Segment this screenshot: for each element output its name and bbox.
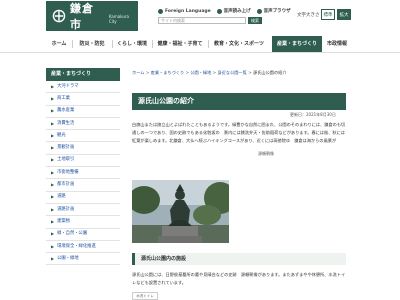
arrow-right-icon: ▶: [51, 95, 55, 101]
sidebar-item[interactable]: ▶ 土地取引: [46, 155, 120, 168]
sidebar: 産業・まちづくり ▶ 大河ドラマ ▶ 商工業 ▶ 農水産業 ▶ 消費生活 ▶ 観光 ▶ 景観…: [46, 68, 120, 266]
utility-links: Foreign Language 音声読み上げ 音声ブラウザ: [158, 8, 291, 14]
breadcrumb-current: 源氏山公園の紹介: [253, 70, 287, 75]
gnav-home[interactable]: ホーム: [46, 36, 72, 52]
sidebar-item[interactable]: ▶ 道路計画: [46, 204, 120, 217]
sidebar-item[interactable]: ▶ 農水産業: [46, 106, 120, 118]
sidebar-item[interactable]: ▶ 道路: [46, 192, 120, 204]
arrow-right-icon: ▶: [51, 120, 55, 126]
updated-date: 更新日：2021年8月30日: [290, 112, 336, 117]
search-input[interactable]: サイト内検索: [158, 17, 246, 24]
gnav-city-info[interactable]: 市政情報: [322, 36, 352, 52]
arrow-right-icon: ▶: [51, 206, 55, 212]
breadcrumb-separator: >: [145, 70, 150, 75]
breadcrumb: ホーム > 産業・まちづくり > 公園・緑地 > 身近な公園一覧 > 源氏山公園…: [132, 70, 287, 76]
sidebar-item[interactable]: ▶ 建築物: [46, 216, 120, 229]
voice-browser-link[interactable]: 音声ブラウザ: [256, 8, 291, 14]
sidebar-item[interactable]: ▶ 景観計画: [46, 142, 120, 155]
sidebar-item-label: 観光: [57, 132, 66, 138]
sidebar-item-label: 建築物: [57, 218, 70, 224]
breadcrumb-link[interactable]: ホーム: [132, 70, 144, 75]
gnav-health[interactable]: 健康・福祉・子育て: [152, 36, 208, 52]
arrow-right-icon: ▶: [51, 243, 55, 249]
font-standard-button[interactable]: 標準: [321, 9, 335, 20]
sidebar-item-label: 消費生活: [57, 120, 75, 126]
arrow-right-icon: ▶: [51, 231, 55, 237]
city-emblem-icon: [52, 9, 66, 23]
sidebar-item-label: 土地取引: [57, 157, 75, 163]
arrow-right-icon: ▶: [51, 182, 55, 188]
arrow-right-icon: ▶: [51, 194, 55, 200]
breadcrumb-separator: >: [185, 70, 190, 75]
arrow-right-icon: ▶: [51, 145, 55, 151]
sidebar-item[interactable]: ▶ 大河ドラマ: [46, 81, 120, 94]
sidebar-item[interactable]: ▶ 観光: [46, 130, 120, 143]
sidebar-item-label: 緑・自然・公園: [57, 231, 88, 237]
font-size-label: 文字大きさ: [297, 13, 320, 18]
font-large-button[interactable]: 拡大: [337, 9, 351, 20]
toilet-thumbnail: 水洗トイレ: [132, 292, 158, 300]
breadcrumb-separator: >: [248, 70, 252, 75]
minamoto-statue-image: [132, 180, 229, 243]
breadcrumb-link[interactable]: 産業・まちづくり: [151, 70, 185, 75]
foreign-language-link[interactable]: Foreign Language: [158, 8, 211, 14]
gnav-living[interactable]: くらし・環境: [112, 36, 152, 52]
sidebar-item-label: 景観計画: [57, 145, 75, 151]
voice-browser-label: 音声ブラウザ: [263, 9, 291, 14]
site-header: 鎌倉市 Kamakura City Foreign Language 音声読み上…: [0, 0, 400, 36]
arrow-right-icon: ▶: [51, 218, 55, 224]
sidebar-item-label: 公園・緑地: [57, 255, 79, 261]
sidebar-item-label: 大河ドラマ: [57, 83, 79, 89]
arrow-right-icon: ▶: [51, 108, 55, 114]
logo-text: 鎌倉市: [69, 2, 94, 31]
breadcrumb-link[interactable]: 公園・緑地: [190, 70, 211, 75]
arrow-right-icon: ▶: [51, 169, 55, 175]
search-button[interactable]: 検索: [248, 17, 262, 24]
sidebar-item-label: 都市計画: [57, 182, 75, 188]
intro-text: 白旗山または旗立山とよばれたこともあるようです。緑豊かな自然に囲まれ、公園のその…: [132, 122, 346, 143]
foreign-language-label: Foreign Language: [165, 8, 211, 14]
breadcrumb-separator: >: [212, 70, 217, 75]
sidebar-item[interactable]: ▶ 緑・自然・公園: [46, 229, 120, 241]
sidebar-item-label: 農水産業: [57, 108, 75, 114]
gnav-education[interactable]: 教育・文化・スポーツ: [208, 36, 270, 52]
speaker-icon: [216, 8, 222, 14]
section-text: 源氏山公園には、日野俊基墓所の墓や見晴台などの史跡 源頼朝像があります。またあず…: [132, 272, 346, 285]
speaker-icon: [256, 8, 262, 14]
voice-reading-link[interactable]: 音声読み上げ: [216, 8, 251, 14]
page-title: 源氏山公園の紹介: [132, 93, 346, 110]
breadcrumb-link[interactable]: 身近な公園一覧: [218, 70, 247, 75]
sidebar-item-label: 市街地整備: [57, 169, 79, 175]
section-heading: 源氏山公園内の施設: [132, 253, 346, 265]
arrow-right-icon: ▶: [51, 83, 55, 89]
gnav-industry[interactable]: 産業・まちづくり: [272, 36, 322, 52]
globe-icon: [158, 8, 163, 14]
photo-caption: 源頼朝像: [258, 151, 274, 156]
sidebar-item[interactable]: ▶ 消費生活: [46, 118, 120, 131]
sidebar-item[interactable]: ▶ 市街地整備: [46, 167, 120, 180]
sidebar-item-label: 商工業: [57, 95, 70, 101]
sidebar-item[interactable]: ▶ 公園・緑地: [46, 253, 120, 266]
logo-subtext: Kamakura City: [108, 14, 129, 24]
sidebar-item[interactable]: ▶ 環境保全・緑化推進: [46, 241, 120, 254]
arrow-right-icon: ▶: [51, 255, 55, 261]
sidebar-heading: 産業・まちづくり: [46, 68, 120, 81]
arrow-right-icon: ▶: [51, 157, 55, 163]
sidebar-item[interactable]: ▶ 商工業: [46, 93, 120, 106]
voice-reading-label: 音声読み上げ: [223, 9, 251, 14]
sidebar-item-label: 道路計画: [57, 206, 75, 212]
arrow-right-icon: ▶: [51, 132, 55, 138]
sidebar-item-label: 道路: [57, 194, 66, 200]
statue-photo: [132, 180, 229, 243]
sidebar-item[interactable]: ▶ 都市計画: [46, 179, 120, 192]
global-nav: ホーム 防災・防犯 くらし・環境 健康・福祉・子育て 教育・文化・スポーツ 産業…: [0, 36, 400, 53]
site-logo[interactable]: 鎌倉市 Kamakura City: [46, 1, 138, 31]
sidebar-item-label: 環境保全・緑化推進: [57, 243, 96, 249]
gnav-disaster[interactable]: 防災・防犯: [72, 36, 112, 52]
